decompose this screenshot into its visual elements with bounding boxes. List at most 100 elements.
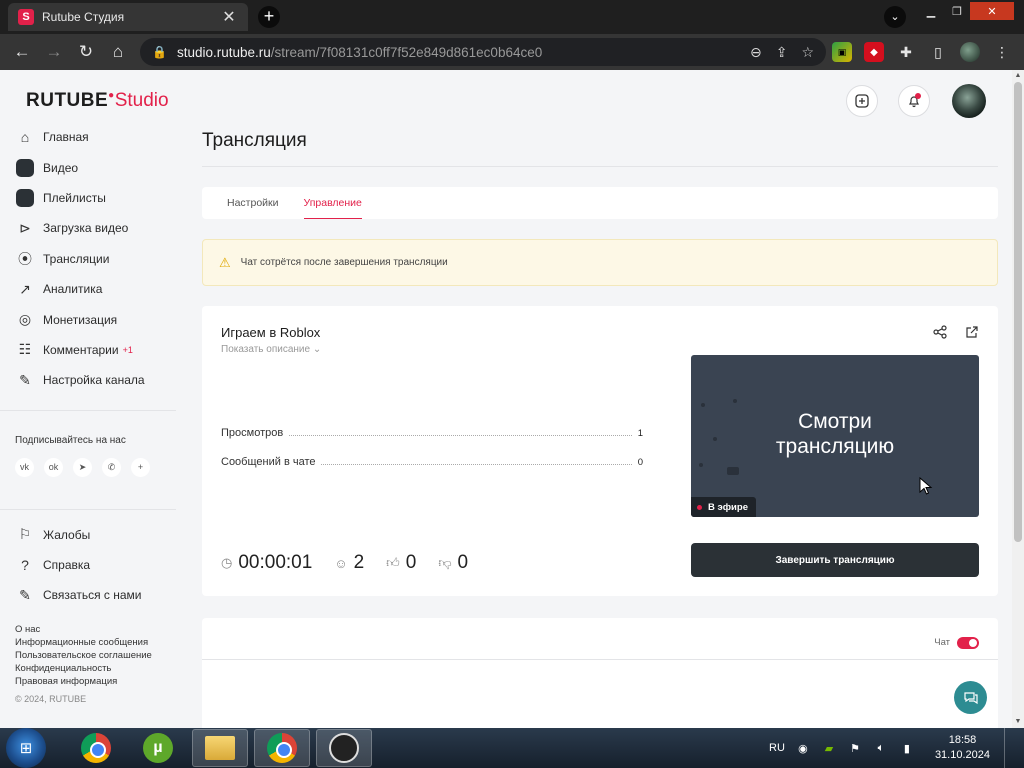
tab-settings[interactable]: Настройки [227, 187, 279, 219]
profile-avatar-icon[interactable] [960, 42, 980, 62]
language-indicator[interactable]: RU [769, 742, 785, 754]
zoom-icon[interactable]: ⊖ [750, 44, 762, 61]
taskbar-chrome-pinned[interactable] [68, 729, 124, 767]
add-content-button[interactable] [846, 85, 878, 117]
taskbar-utorrent[interactable]: µ [130, 729, 186, 767]
window-close-button[interactable]: ✕ [970, 2, 1014, 20]
taskbar-obs[interactable] [316, 729, 372, 767]
sidebar-item-analytics[interactable]: ↗ Аналитика [0, 274, 176, 304]
volume-icon[interactable]: 🔈︎ [873, 740, 889, 756]
sidebar-item-contact[interactable]: ✎ Связаться с нами [0, 580, 176, 610]
sidebar-item-label: Видео [43, 160, 79, 175]
browser-menu-icon[interactable]: ⋮ [992, 42, 1012, 62]
sidebar-item-video[interactable]: Видео [0, 152, 176, 182]
nvidia-icon[interactable]: ▰ [821, 740, 837, 756]
footer-link-info[interactable]: Информационные сообщения [15, 636, 176, 649]
stream-preview-player[interactable]: Смотри трансляцию В эфире [691, 355, 979, 517]
sidebar-item-complaints[interactable]: ⚐ Жалобы [0, 520, 176, 550]
home-icon: ⌂ [20, 129, 30, 146]
live-dot [697, 504, 702, 510]
sidebar-item-comments[interactable]: ☷ Комментарии +1 [0, 335, 176, 365]
network-icon[interactable]: ▮ [899, 740, 915, 756]
logo-studio: Studio [114, 90, 169, 111]
vk-icon[interactable]: vk [15, 457, 34, 477]
copyright: © 2024, RUTUBE [15, 693, 87, 704]
upload-icon: ⊳ [19, 219, 31, 236]
tab-management[interactable]: Управление [303, 187, 362, 219]
tab-close-icon[interactable]: ✕ [220, 7, 238, 27]
flag-icon: ⚐ [18, 526, 32, 543]
scroll-down-icon[interactable]: ▼ [1012, 716, 1024, 728]
channel-settings-icon: ✎ [19, 371, 31, 388]
ok-icon[interactable]: ok [44, 457, 63, 477]
stat-label: Сообщений в чате [221, 456, 316, 468]
sidebar-item-playlists[interactable]: Плейлисты [0, 183, 176, 213]
extension-red-icon[interactable]: ◆ [864, 42, 884, 62]
open-external-icon[interactable] [965, 325, 979, 342]
home-button-icon[interactable]: ⌂ [102, 36, 134, 68]
page: RUTUBE●Studio ⌂ Главная Видео Плейлисты … [0, 70, 1012, 728]
reload-icon[interactable]: ↻ [70, 36, 102, 68]
minimize-button[interactable]: ▁ [918, 2, 944, 20]
forward-icon[interactable]: → [38, 36, 70, 68]
scroll-up-icon[interactable]: ▲ [1012, 70, 1024, 82]
system-tray: RU ◉ ▰ ⚑ 🔈︎ ▮ 18:58 31.10.2024 [769, 728, 1014, 768]
obs-icon [329, 733, 359, 763]
start-button[interactable]: ⊞ [6, 728, 46, 768]
share-icon[interactable]: ⇪ [776, 44, 788, 61]
taskbar-explorer[interactable] [192, 729, 248, 767]
footer-link-legal[interactable]: Правовая информация [15, 675, 176, 688]
share-stream-icon[interactable] [933, 325, 947, 342]
footer-link-about[interactable]: О нас [15, 623, 176, 636]
tab-search-button[interactable]: ⌄ [884, 6, 906, 28]
stream-title: Играем в Roblox [221, 325, 321, 340]
follow-title: Подписывайтесь на нас [15, 434, 126, 446]
plus-square-icon [855, 94, 869, 108]
extension-green-icon[interactable]: ▣ [832, 42, 852, 62]
clock[interactable]: 18:58 31.10.2024 [935, 733, 990, 763]
more-socials-icon[interactable]: + [131, 457, 150, 477]
sidebar-item-upload[interactable]: ⊳ Загрузка видео [0, 213, 176, 243]
obs-tray-icon[interactable]: ◉ [795, 740, 811, 756]
chat-toggle[interactable] [957, 637, 979, 649]
scrollbar-thumb[interactable] [1014, 82, 1022, 542]
chevron-down-icon: ⌄ [312, 344, 322, 355]
taskbar-chrome-active[interactable] [254, 729, 310, 767]
sidebar-item-channel-settings[interactable]: ✎ Настройка канала [0, 365, 176, 395]
support-chat-button[interactable] [954, 681, 987, 714]
page-scrollbar[interactable]: ▲ ▼ [1012, 70, 1024, 728]
dislikes-value: 0 [457, 552, 469, 573]
notifications-button[interactable] [898, 85, 930, 117]
back-icon[interactable]: ← [6, 36, 38, 68]
sidebar-item-broadcasts[interactable]: ⦿ Трансляции [0, 244, 176, 274]
lock-icon: 🔒 [152, 45, 167, 59]
action-center-flag-icon[interactable]: ⚑ [847, 740, 863, 756]
telegram-icon[interactable]: ➤ [73, 457, 92, 477]
end-stream-button[interactable]: Завершить трансляцию [691, 543, 979, 577]
footer-link-terms[interactable]: Пользовательское соглашение [15, 649, 176, 662]
side-panel-icon[interactable]: ▯ [928, 42, 948, 62]
viewers-value: 2 [353, 552, 365, 573]
footer-link-privacy[interactable]: Конфиденциальность [15, 662, 176, 675]
rutube-studio-logo[interactable]: RUTUBE●Studio [26, 90, 169, 112]
folder-icon [205, 736, 235, 760]
bookmark-star-icon[interactable]: ☆ [801, 44, 814, 61]
sidebar-item-help[interactable]: ? Справка [0, 550, 176, 580]
new-tab-button[interactable]: + [258, 6, 280, 28]
sidebar-item-home[interactable]: ⌂ Главная [0, 122, 176, 152]
extensions-puzzle-icon[interactable]: ✚ [896, 42, 916, 62]
help-icon: ? [21, 557, 29, 574]
duration-metric: ◷ 00:00:01 [221, 552, 312, 574]
sidebar-item-monetization[interactable]: ◎ Монетизация [0, 304, 176, 334]
sidebar-item-label: Монетизация [43, 312, 118, 327]
viber-icon[interactable]: ✆ [102, 457, 121, 477]
maximize-button[interactable]: ❐ [944, 2, 970, 20]
url-path: /stream/7f08131c0ff7f52e849d861ec0b64ce0 [270, 44, 543, 60]
user-avatar[interactable] [952, 84, 986, 118]
show-description-link[interactable]: Показать описание ⌄ [221, 344, 321, 355]
sidebar-item-label: Загрузка видео [43, 221, 129, 236]
browser-tab[interactable]: S Rutube Студия ✕ [8, 3, 248, 31]
sidebar-divider [0, 508, 176, 510]
show-desktop-button[interactable] [1004, 728, 1014, 768]
address-bar[interactable]: 🔒 studio.rutube.ru/stream/7f08131c0ff7f5… [140, 38, 826, 66]
